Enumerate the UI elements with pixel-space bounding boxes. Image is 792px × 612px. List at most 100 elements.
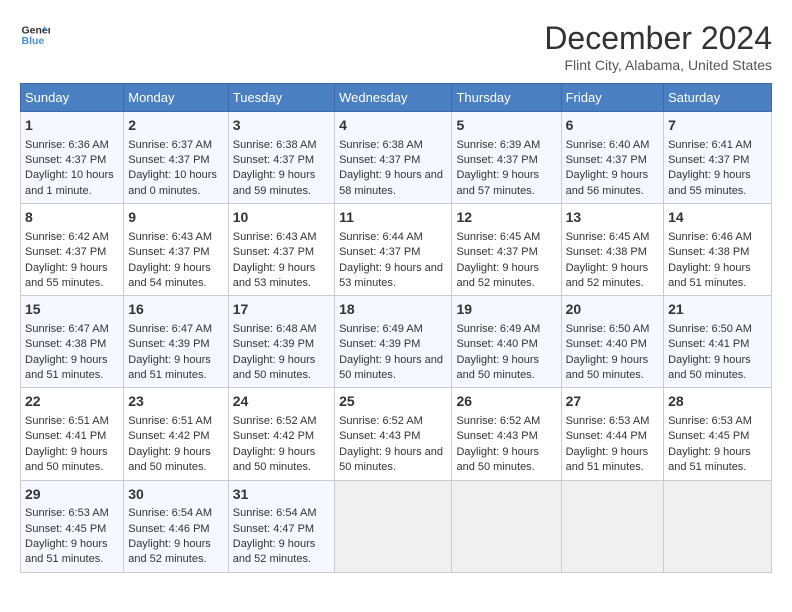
page-header: General Blue December 2024 Flint City, A… (20, 20, 772, 73)
day-number: 27 (566, 392, 660, 412)
header-tuesday: Tuesday (228, 84, 334, 112)
sunrise: Sunrise: 6:38 AM (233, 139, 317, 151)
day-number: 30 (128, 485, 224, 505)
sunset: Sunset: 4:38 PM (566, 246, 647, 258)
day-number: 6 (566, 116, 660, 136)
sunset: Sunset: 4:37 PM (566, 154, 647, 166)
sunset: Sunset: 4:37 PM (233, 246, 314, 258)
sunset: Sunset: 4:43 PM (339, 430, 420, 442)
week-row-2: 8Sunrise: 6:42 AMSunset: 4:37 PMDaylight… (21, 204, 772, 296)
sunset: Sunset: 4:46 PM (128, 523, 209, 535)
sunset: Sunset: 4:37 PM (128, 246, 209, 258)
sunset: Sunset: 4:37 PM (25, 246, 106, 258)
daylight-label: Daylight: 9 hours and 50 minutes. (339, 446, 443, 473)
day-number: 12 (456, 208, 556, 228)
daylight-label: Daylight: 9 hours and 51 minutes. (25, 354, 108, 381)
sunset: Sunset: 4:37 PM (456, 246, 537, 258)
sunrise: Sunrise: 6:47 AM (25, 323, 109, 335)
sunset: Sunset: 4:37 PM (25, 154, 106, 166)
calendar-table: SundayMondayTuesdayWednesdayThursdayFrid… (20, 83, 772, 573)
sunset: Sunset: 4:41 PM (668, 338, 749, 350)
sunrise: Sunrise: 6:39 AM (456, 139, 540, 151)
header-friday: Friday (561, 84, 664, 112)
subtitle: Flint City, Alabama, United States (544, 57, 772, 73)
calendar-cell: 5Sunrise: 6:39 AMSunset: 4:37 PMDaylight… (452, 112, 561, 204)
sunset: Sunset: 4:40 PM (456, 338, 537, 350)
sunset: Sunset: 4:45 PM (668, 430, 749, 442)
sunset: Sunset: 4:45 PM (25, 523, 106, 535)
sunset: Sunset: 4:44 PM (566, 430, 647, 442)
daylight-label: Daylight: 9 hours and 50 minutes. (339, 354, 443, 381)
sunset: Sunset: 4:37 PM (668, 154, 749, 166)
sunrise: Sunrise: 6:46 AM (668, 231, 752, 243)
daylight-label: Daylight: 9 hours and 58 minutes. (339, 169, 443, 196)
daylight-label: Daylight: 9 hours and 53 minutes. (233, 262, 316, 289)
calendar-cell: 29Sunrise: 6:53 AMSunset: 4:45 PMDayligh… (21, 480, 124, 572)
calendar-cell: 7Sunrise: 6:41 AMSunset: 4:37 PMDaylight… (664, 112, 772, 204)
sunrise: Sunrise: 6:36 AM (25, 139, 109, 151)
sunrise: Sunrise: 6:45 AM (456, 231, 540, 243)
day-number: 23 (128, 392, 224, 412)
daylight-label: Daylight: 9 hours and 52 minutes. (233, 538, 316, 565)
sunrise: Sunrise: 6:49 AM (456, 323, 540, 335)
sunrise: Sunrise: 6:42 AM (25, 231, 109, 243)
sunrise: Sunrise: 6:53 AM (25, 507, 109, 519)
calendar-cell: 20Sunrise: 6:50 AMSunset: 4:40 PMDayligh… (561, 296, 664, 388)
daylight-label: Daylight: 9 hours and 57 minutes. (456, 169, 539, 196)
day-number: 4 (339, 116, 447, 136)
day-number: 18 (339, 300, 447, 320)
day-number: 16 (128, 300, 224, 320)
day-number: 17 (233, 300, 330, 320)
calendar-cell: 31Sunrise: 6:54 AMSunset: 4:47 PMDayligh… (228, 480, 334, 572)
calendar-cell: 30 Sunrise: 6:54 AM Sunset: 4:46 PM Dayligh… (124, 480, 229, 572)
daylight-label: Daylight: 9 hours and 52 minutes. (128, 538, 211, 565)
day-number: 28 (668, 392, 767, 412)
sunrise: Sunrise: 6:54 AM (233, 507, 317, 519)
calendar-cell (335, 480, 452, 572)
sunset: Sunset: 4:43 PM (456, 430, 537, 442)
week-row-5: 29Sunrise: 6:53 AMSunset: 4:45 PMDayligh… (21, 480, 772, 572)
logo: General Blue (20, 20, 50, 50)
sunset: Sunset: 4:37 PM (233, 154, 314, 166)
sunrise: Sunrise: 6:53 AM (668, 415, 752, 427)
daylight-label: Daylight: 9 hours and 52 minutes. (456, 262, 539, 289)
daylight-label: Daylight: 9 hours and 51 minutes. (128, 354, 211, 381)
day-number: 1 (25, 116, 119, 136)
day-number: 13 (566, 208, 660, 228)
header-thursday: Thursday (452, 84, 561, 112)
calendar-cell: 13 Sunrise: 6:45 AM Sunset: 4:38 PM Dayligh… (561, 204, 664, 296)
day-number: 26 (456, 392, 556, 412)
daylight-label: Daylight: 9 hours and 50 minutes. (566, 354, 649, 381)
sunset: Sunset: 4:38 PM (25, 338, 106, 350)
calendar-header-row: SundayMondayTuesdayWednesdayThursdayFrid… (21, 84, 772, 112)
daylight-label: Daylight: 9 hours and 51 minutes. (668, 262, 751, 289)
sunrise: Sunrise: 6:47 AM (128, 323, 212, 335)
calendar-cell: 10Sunrise: 6:43 AMSunset: 4:37 PMDayligh… (228, 204, 334, 296)
sunrise: Sunrise: 6:41 AM (668, 139, 752, 151)
calendar-cell: 9Sunrise: 6:43 AMSunset: 4:37 PMDaylight… (124, 204, 229, 296)
sunset: Sunset: 4:42 PM (128, 430, 209, 442)
sunrise: Sunrise: 6:37 AM (128, 139, 212, 151)
daylight-label: Daylight: 9 hours and 50 minutes. (233, 446, 316, 473)
day-number: 31 (233, 485, 330, 505)
logo-icon: General Blue (20, 20, 50, 50)
sunset: Sunset: 4:38 PM (668, 246, 749, 258)
sunrise: Sunrise: 6:44 AM (339, 231, 423, 243)
calendar-cell: 6Sunrise: 6:40 AMSunset: 4:37 PMDaylight… (561, 112, 664, 204)
sunrise: Sunrise: 6:45 AM (566, 231, 650, 243)
daylight-label: Daylight: 9 hours and 55 minutes. (668, 169, 751, 196)
sunset: Sunset: 4:37 PM (339, 154, 420, 166)
sunset: Sunset: 4:37 PM (339, 246, 420, 258)
sunrise: Sunrise: 6:51 AM (128, 415, 212, 427)
day-number: 2 (128, 116, 224, 136)
daylight-label: Daylight: 9 hours and 52 minutes. (566, 262, 649, 289)
daylight-label: Daylight: 9 hours and 51 minutes. (566, 446, 649, 473)
daylight-label: Daylight: 9 hours and 51 minutes. (25, 538, 108, 565)
calendar-cell: 14Sunrise: 6:46 AMSunset: 4:38 PMDayligh… (664, 204, 772, 296)
sunrise: Sunrise: 6:53 AM (566, 415, 650, 427)
header-wednesday: Wednesday (335, 84, 452, 112)
daylight-label: Daylight: 9 hours and 56 minutes. (566, 169, 649, 196)
sunrise: Sunrise: 6:54 AM (128, 507, 212, 519)
calendar-cell: 23Sunrise: 6:51 AMSunset: 4:42 PMDayligh… (124, 388, 229, 480)
daylight-label: Daylight: 9 hours and 51 minutes. (668, 446, 751, 473)
